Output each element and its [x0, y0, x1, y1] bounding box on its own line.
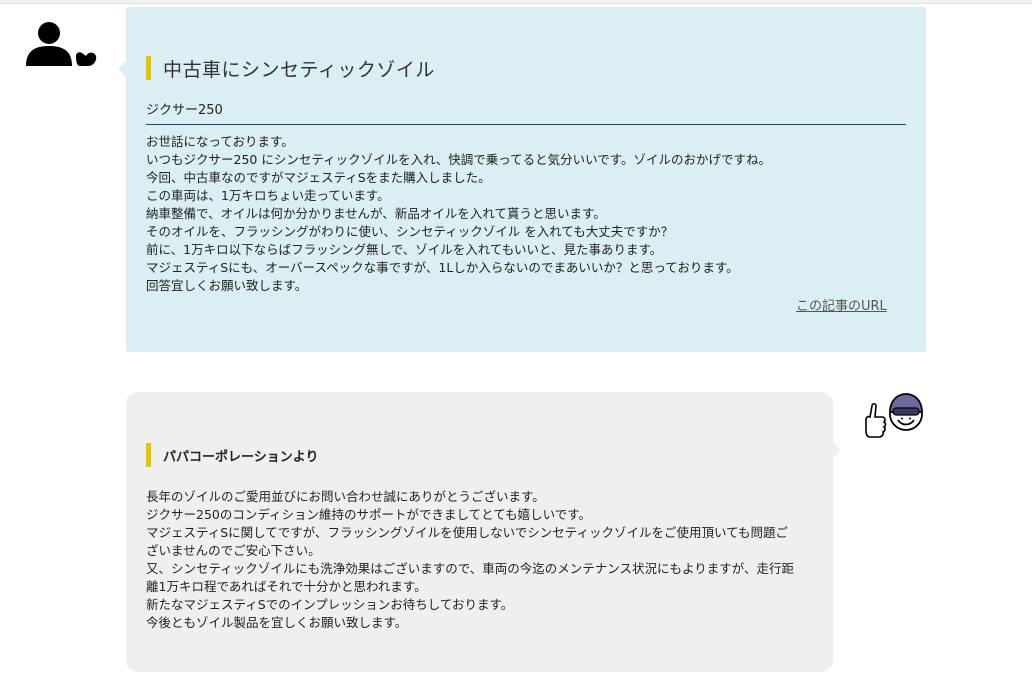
question-line: 今回、中古車なのですがマジェスティSをまた購入しました。 — [146, 170, 491, 185]
question-line: いつもジクサー250 にシンセティックゾイルを入れ、快調で乗ってると気分いいです… — [146, 152, 771, 167]
question-line: 納車整備で、オイルは何か分かりませんが、新品オイルを入れて貰うと思います。 — [146, 206, 606, 221]
user-avatar-icon — [26, 22, 97, 66]
question-line: 回答宜しくお願い致します。 — [146, 278, 308, 293]
answer-line: 又、シンセティックゾイルにも洗浄効果はございますので、車両の今迄のメンテナンス状… — [146, 561, 795, 576]
answer-title-row: パパコーポレーションより — [146, 442, 318, 468]
article-url-link[interactable]: この記事のURL — [796, 295, 887, 314]
question-line: この車両は、1万キロちょい走っています。 — [146, 188, 390, 203]
qa-page: 中古車にシンセティックゾイル ジクサー250 お世話になっております。 いつもジ… — [0, 0, 1032, 674]
answer-line: 長年のゾイルのご愛用並びにお問い合わせ誠にありがとうございます。 — [146, 489, 545, 504]
question-line: お世話になっております。 — [146, 134, 294, 149]
answer-line: 今後ともゾイル製品を宜しくお願い致します。 — [146, 615, 408, 630]
title-accent-bar — [146, 443, 151, 467]
question-line: そのオイルを、フラッシングがわりに使い、シンセティックゾイル を入れても大丈夫で… — [146, 224, 674, 239]
answer-line: 離1万キロ程であればそれで十分かと思われます。 — [146, 579, 427, 594]
answer-line: 新たなマジェスティSでのインプレッションお待ちしております。 — [146, 597, 514, 612]
answer-title: パパコーポレーションより — [163, 449, 319, 465]
answer-line: マジェスティSに関してですが、フラッシングゾイルを使用しないでシンセティックゾイ… — [146, 525, 789, 540]
question-bubble: 中古車にシンセティックゾイル ジクサー250 お世話になっております。 いつもジ… — [118, 7, 926, 352]
question-body: お世話になっております。 いつもジクサー250 にシンセティックゾイルを入れ、快… — [146, 133, 908, 295]
question-line: 前に、1万キロ以下ならばフラッシング無しで、ゾイルを入れてもいいと、見た事ありま… — [146, 242, 663, 257]
question-title-row: 中古車にシンセティックゾイル — [146, 56, 435, 81]
answer-line: ざいませんのでご安心下さい。 — [146, 543, 321, 558]
title-accent-bar — [146, 56, 151, 80]
answer-body: 長年のゾイルのご愛用並びにお問い合わせ誠にありがとうございます。 ジクサー250… — [146, 488, 814, 632]
question-title: 中古車にシンセティックゾイル — [163, 58, 435, 81]
answer-line: ジクサー250のコンディション維持のサポートができましてとても嬉しいです。 — [146, 507, 591, 522]
question-line: マジェスティSにも、オーバースペックな事ですが、1Lしか入らないのでまあいいか？… — [146, 260, 739, 275]
top-divider — [0, 0, 1032, 4]
answer-bubble: パパコーポレーションより 長年のゾイルのご愛用並びにお問い合わせ誠にありがとうご… — [126, 392, 841, 672]
question-model: ジクサー250 — [146, 99, 906, 125]
staff-helmet-icon — [865, 393, 923, 438]
